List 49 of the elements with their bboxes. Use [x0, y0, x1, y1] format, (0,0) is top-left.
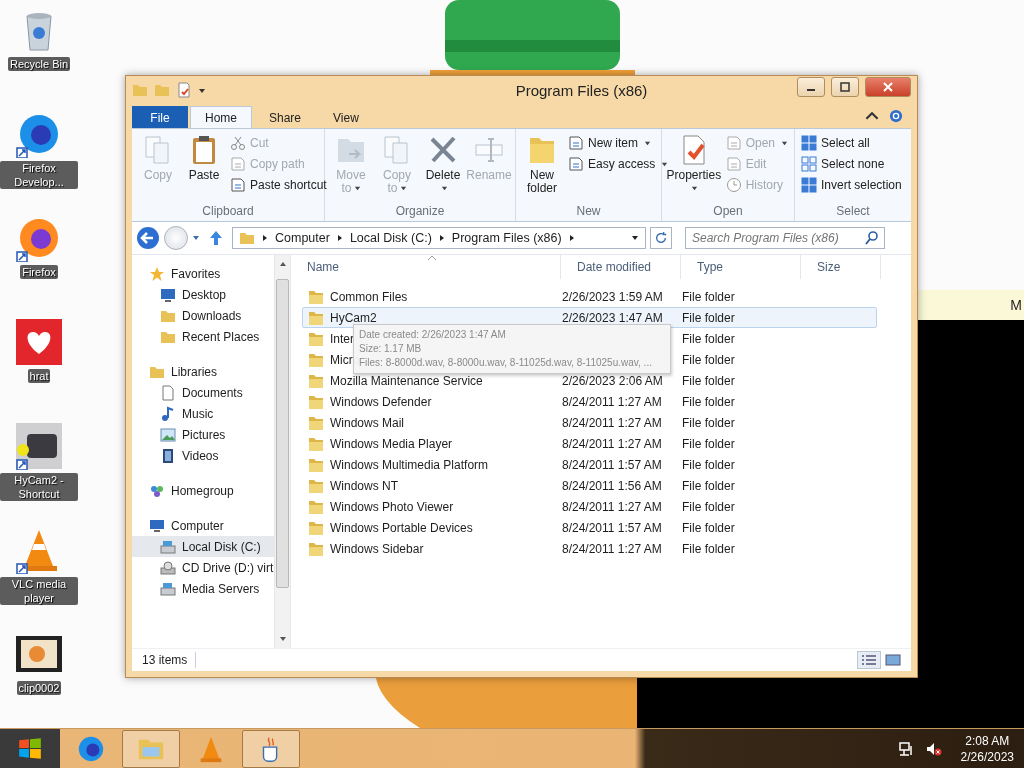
item-count: 13 items	[142, 652, 197, 668]
date-cell: 8/24/2011 1:27 AM	[562, 499, 662, 514]
type-cell: File folder	[682, 352, 735, 367]
type-cell: File folder	[682, 373, 735, 388]
tooltip-text: Date created: 2/26/2023 1:47 AM	[359, 328, 507, 342]
file-name: Inter	[330, 331, 354, 346]
type-cell: File folder	[682, 331, 735, 346]
file-name: HyCam2	[330, 310, 377, 325]
window-title: Program Files (x86)	[514, 81, 649, 99]
file-name: Windows Multimedia Platform	[330, 457, 489, 472]
file-name: Windows Defender	[330, 394, 432, 409]
type-cell: File folder	[682, 436, 735, 451]
date-cell: 8/24/2011 1:27 AM	[562, 541, 662, 556]
clock-date: 2/26/2023	[960, 749, 1014, 765]
type-cell: File folder	[682, 499, 735, 514]
file-name: Windows Portable Devices	[330, 520, 473, 535]
file-name: Common Files	[330, 289, 408, 304]
date-cell: 2/26/2023 2:06 AM	[562, 373, 663, 388]
type-cell: File folder	[682, 541, 735, 556]
date-cell: 8/24/2011 1:27 AM	[562, 436, 662, 451]
file-name: Windows Media Player	[330, 436, 453, 451]
tooltip-text: Size: 1.17 MB	[359, 342, 423, 355]
group-label: Clipboard	[201, 204, 255, 220]
file-name: Windows Sidebar	[330, 541, 424, 556]
window-title: M	[1010, 297, 1022, 313]
date-cell: 8/24/2011 1:27 AM	[562, 415, 662, 430]
file-name: Windows Photo Viewer	[330, 499, 454, 514]
file-name: Mozilla Maintenance Service	[330, 373, 483, 388]
type-cell: File folder	[682, 310, 735, 325]
date-cell: 2/26/2023 1:47 AM	[562, 310, 663, 325]
type-cell: File folder	[682, 520, 735, 535]
date-cell: 8/24/2011 1:27 AM	[562, 394, 662, 409]
file-name: Windows Mail	[330, 415, 404, 430]
type-cell: File folder	[682, 478, 735, 493]
type-cell: File folder	[682, 415, 735, 430]
type-cell: File folder	[682, 394, 735, 409]
date-cell: 2/26/2023 1:59 AM	[562, 289, 663, 304]
file-name: Windows NT	[330, 478, 398, 493]
date-cell: 8/24/2011 1:57 AM	[562, 520, 662, 535]
group-label: Organize	[394, 204, 446, 220]
date-cell: 8/24/2011 1:57 AM	[562, 457, 662, 472]
tooltip-text: Files: 8-8000d.wav, 8-8000u.wav, 8-11025d.wav, 8-11025u.wav, ...	[359, 357, 653, 370]
clock-time: 2:08 AM	[965, 733, 1010, 749]
type-cell: File folder	[682, 289, 735, 304]
type-cell: File folder	[682, 457, 735, 472]
group-label: Select	[835, 204, 871, 220]
group-label: Open	[712, 204, 744, 220]
date-cell: 8/24/2011 1:56 AM	[562, 478, 662, 493]
group-label: New	[575, 204, 602, 220]
